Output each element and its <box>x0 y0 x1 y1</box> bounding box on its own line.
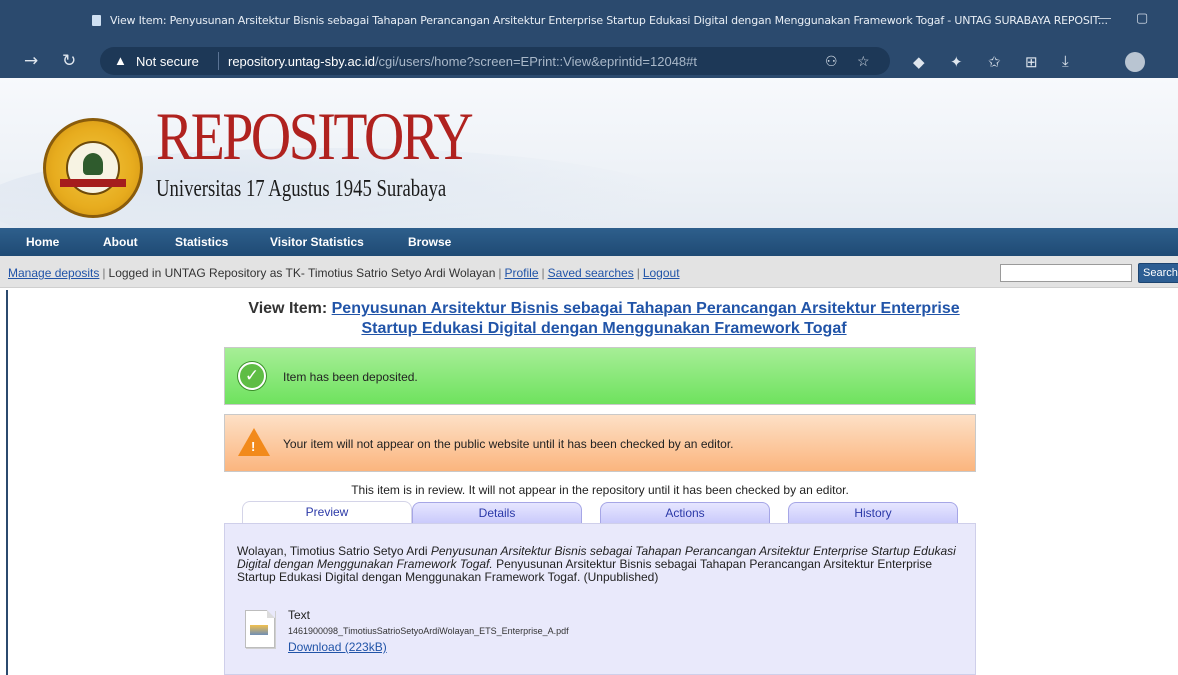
tab-history[interactable]: History <box>788 502 958 524</box>
page-title-prefix: View Item: <box>248 300 328 317</box>
page-title: View Item: Penyusunan Arsitektur Bisnis … <box>224 299 984 339</box>
item-title-link-line2[interactable]: Startup Edukasi Digital dengan Menggunak… <box>361 320 846 337</box>
profile-avatar[interactable] <box>1125 52 1145 72</box>
site-logo-title[interactable]: REPOSITORY <box>156 102 474 170</box>
success-message: ✓ Item has been deposited. <box>224 347 976 405</box>
citation: Wolayan, Timotius Satrio Setyo Ardi Peny… <box>237 545 965 584</box>
user-links: Manage deposits | Logged in UNTAG Reposito… <box>8 266 680 280</box>
seal-banner <box>60 179 126 187</box>
separator: | <box>102 266 106 280</box>
not-secure-label[interactable]: Not secure <box>136 54 199 69</box>
university-seal-logo[interactable] <box>43 118 143 218</box>
warning-message-text: Your item will not appear on the public … <box>283 437 734 451</box>
file-info: Text 1461900098_TimotiusSatrioSetyoArdiW… <box>288 608 569 654</box>
page-left-border <box>6 290 8 675</box>
file-type: Text <box>288 608 311 622</box>
manage-deposits-link[interactable]: Manage deposits <box>8 266 99 280</box>
exclamation-icon: ! <box>251 439 256 454</box>
downloads-icon[interactable]: ⤓ <box>1062 53 1069 70</box>
tab-title[interactable]: View Item: Penyusunan Arsitektur Bisnis … <box>110 14 1108 27</box>
file-name: 1461900098_TimotiusSatrioSetyoArdiWolaya… <box>288 626 569 636</box>
saved-searches-link[interactable]: Saved searches <box>548 266 634 280</box>
page-icon <box>92 15 101 26</box>
item-title-link-line1[interactable]: Penyusunan Arsitektur Bisnis sebagai Tah… <box>332 300 960 317</box>
checkmark-icon: ✓ <box>238 362 266 390</box>
document-thumbnail <box>250 625 268 635</box>
reload-icon[interactable]: ↻ <box>62 51 76 71</box>
download-link[interactable]: Download (223kB) <box>288 640 387 654</box>
search-input[interactable] <box>1000 264 1132 282</box>
extension-icon[interactable]: ◆ <box>913 53 925 71</box>
forward-icon[interactable]: → <box>24 51 38 71</box>
search-button[interactable]: Search <box>1138 263 1178 283</box>
collections-icon[interactable]: ⊞ <box>1025 53 1038 71</box>
separator: | <box>636 266 640 280</box>
separator: | <box>498 266 502 280</box>
review-note: This item is in review. It will not appe… <box>351 483 849 497</box>
minimize-icon[interactable]: — <box>1098 10 1111 25</box>
nav-browse[interactable]: Browse <box>408 235 451 249</box>
read-aloud-icon[interactable]: ⚇ <box>825 53 838 70</box>
nav-statistics[interactable]: Statistics <box>175 235 228 249</box>
maximize-icon[interactable]: ▢ <box>1136 10 1148 26</box>
main-nav: Home About Statistics Visitor Statistics… <box>0 228 1178 256</box>
warning-message: ! Your item will not appear on the publi… <box>224 414 976 472</box>
item-tabs: Preview Details Actions History <box>224 500 976 525</box>
puzzle-icon[interactable]: ✦ <box>950 53 963 71</box>
url-host: repository.untag-sby.ac.id <box>228 54 375 69</box>
nav-home[interactable]: Home <box>26 235 59 249</box>
nav-about[interactable]: About <box>103 235 138 249</box>
nav-visitor-statistics[interactable]: Visitor Statistics <box>270 235 364 249</box>
url-text[interactable]: repository.untag-sby.ac.id/cgi/users/hom… <box>228 54 697 69</box>
success-message-text: Item has been deposited. <box>283 370 418 384</box>
site-header: REPOSITORY Universitas 17 Agustus 1945 S… <box>0 78 1178 228</box>
tab-preview[interactable]: Preview <box>242 501 412 525</box>
tab-details[interactable]: Details <box>412 502 582 524</box>
logged-in-text: Logged in UNTAG Repository as TK- Timoti… <box>108 266 496 280</box>
browser-titlebar: View Item: Penyusunan Arsitektur Bisnis … <box>0 0 1178 44</box>
separator: | <box>541 266 545 280</box>
document-icon[interactable] <box>245 610 275 648</box>
address-separator <box>218 52 219 70</box>
address-bar[interactable]: ▲ Not secure repository.untag-sby.ac.id/… <box>100 47 890 75</box>
citation-author: Wolayan, Timotius Satrio Setyo Ardi <box>237 544 428 558</box>
site-logo-subtitle: Universitas 17 Agustus 1945 Surabaya <box>156 176 447 202</box>
url-path: /cgi/users/home?screen=EPrint::View&epri… <box>374 54 697 69</box>
document-fold <box>267 610 275 618</box>
browser-toolbar: → ↻ ▲ Not secure repository.untag-sby.ac… <box>0 44 1178 78</box>
seal-tree <box>83 153 103 175</box>
user-bar: Manage deposits | Logged in UNTAG Reposito… <box>0 256 1178 288</box>
profile-link[interactable]: Profile <box>505 266 539 280</box>
favorites-icon[interactable]: ✩ <box>988 53 1001 71</box>
favorite-add-icon[interactable]: ☆ <box>857 53 870 70</box>
logout-link[interactable]: Logout <box>643 266 680 280</box>
preview-panel: Wolayan, Timotius Satrio Setyo Ardi Peny… <box>224 523 976 675</box>
warning-icon: ▲ <box>114 53 127 68</box>
tab-actions[interactable]: Actions <box>600 502 770 524</box>
